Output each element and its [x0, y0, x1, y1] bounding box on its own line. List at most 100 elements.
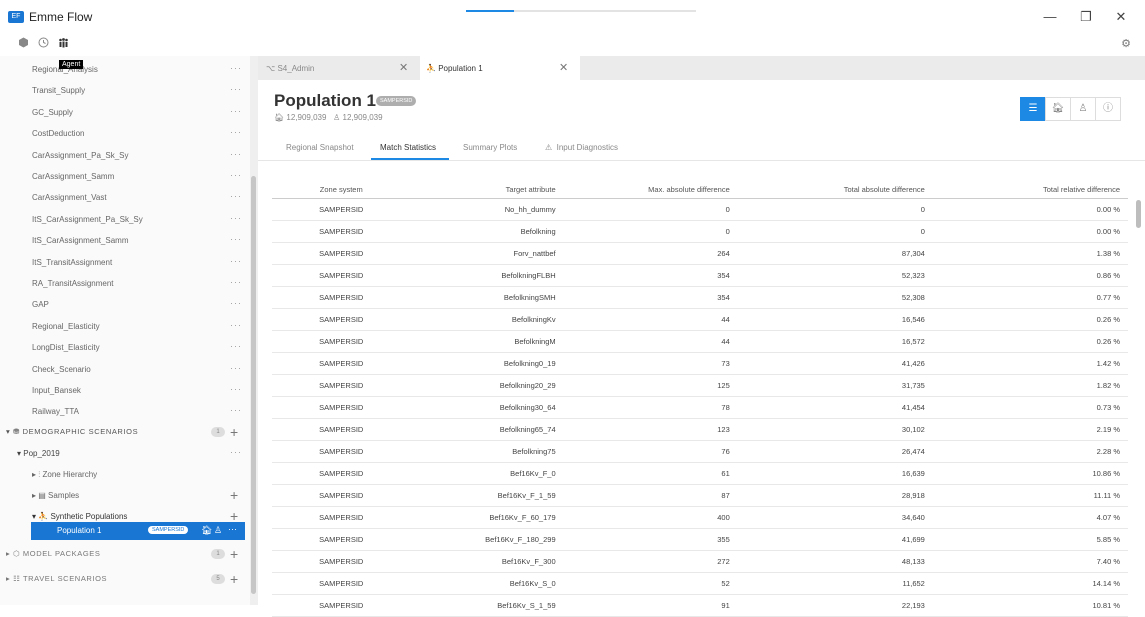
table-row[interactable]: SAMPERSID No_hh_dummy 0 0 0.00 %	[272, 198, 1128, 221]
person-count-icon: ♙	[333, 113, 341, 122]
sidebar-item[interactable]: Input_Bansek ···	[0, 380, 245, 401]
column-header-max-abs-diff[interactable]: Max. absolute difference	[563, 180, 738, 199]
sidebar-item-more-button[interactable]: ···	[230, 405, 242, 415]
table-row[interactable]: SAMPERSID BefolkningM 44 16,572 0.26 %	[272, 330, 1128, 353]
sidebar-item[interactable]: CostDeduction ···	[0, 123, 245, 144]
sidebar-item-more-button[interactable]: ···	[230, 213, 242, 223]
agent-icon[interactable]	[57, 37, 69, 49]
sidebar-item-more-button[interactable]: ···	[230, 170, 242, 180]
sidebar-item[interactable]: ItS_CarAssignment_Samm ···	[0, 230, 245, 251]
table-row[interactable]: SAMPERSID BefolkningSMH 354 52,308 0.77 %	[272, 286, 1128, 309]
sidebar-item-pop2019[interactable]: ▾ Pop_2019 ···	[0, 443, 245, 464]
add-travel-scenario-button[interactable]: +	[230, 572, 238, 586]
sidebar-section-model-packages[interactable]: ▸ ⬡ MODEL PACKAGES 1 +	[0, 543, 245, 564]
tab-population-1[interactable]: ⛹ Population 1 ✕	[420, 56, 580, 80]
maximize-button[interactable]: ❐	[1076, 8, 1096, 26]
table-row[interactable]: SAMPERSID Befolkning65_74 123 30,102 2.19 %	[272, 418, 1128, 441]
sidebar-item[interactable]: Regional_Elasticity ···	[0, 316, 245, 337]
table-row[interactable]: SAMPERSID Bef16Kv_S_1_59 91 22,193 10.81 %	[272, 594, 1128, 617]
tab-s4-admin-close-icon[interactable]: ✕	[399, 61, 408, 74]
table-row[interactable]: SAMPERSID Befolkning75 76 26,474 2.28 %	[272, 440, 1128, 463]
table-row[interactable]: SAMPERSID BefolkningKv 44 16,546 0.26 %	[272, 308, 1128, 331]
table-row[interactable]: SAMPERSID BefolkningFLBH 354 52,323 0.86 %	[272, 264, 1128, 287]
sidebar-item-more-button[interactable]: ···	[230, 127, 242, 137]
sidebar-item-more-button[interactable]: ···	[230, 341, 242, 351]
view-info-button[interactable]: ⓘ	[1095, 97, 1121, 121]
sidebar-item[interactable]: CarAssignment_Pa_Sk_Sy ···	[0, 145, 245, 166]
sidebar-item-more-button[interactable]: ···	[230, 234, 242, 244]
history-icon[interactable]	[37, 37, 49, 49]
sidebar-item[interactable]: Transit_Supply ···	[0, 80, 245, 101]
sidebar-item[interactable]: GAP ···	[0, 294, 245, 315]
table-row[interactable]: SAMPERSID Bef16Kv_S_0 52 11,652 14.14 %	[272, 572, 1128, 595]
population-1-more-button[interactable]: ···	[228, 524, 237, 534]
table-row[interactable]: SAMPERSID Befolkning30_64 78 41,454 0.73 %	[272, 396, 1128, 419]
table-row[interactable]: SAMPERSID Befolkning20_29 125 31,735 1.82 %	[272, 374, 1128, 397]
sidebar-item-more-button[interactable]: ···	[230, 106, 242, 116]
column-header-total-rel-diff[interactable]: Total relative difference	[932, 180, 1128, 199]
tab-s4-admin[interactable]: ⌥ S4_Admin ✕	[258, 56, 420, 80]
view-households-button[interactable]: 🏠︎	[1045, 97, 1071, 121]
sidebar-item-more-button[interactable]: ···	[230, 149, 242, 159]
add-sample-button[interactable]: +	[230, 488, 238, 502]
package-icon[interactable]	[17, 37, 29, 49]
table-row[interactable]: SAMPERSID Befolkning 0 0 0.00 %	[272, 220, 1128, 243]
sidebar-item[interactable]: ItS_CarAssignment_Pa_Sk_Sy ···	[0, 209, 245, 230]
total-abs-diff-cell: 52,308	[737, 286, 933, 309]
sidebar-item-samples[interactable]: ▸ ▤ Samples +	[0, 485, 245, 506]
table-row[interactable]: SAMPERSID Bef16Kv_F_1_59 87 28,918 11.11 %	[272, 484, 1128, 507]
sidebar-item-more-button[interactable]: ···	[230, 298, 242, 308]
settings-gear-icon[interactable]: ⚙	[1121, 37, 1131, 50]
tab-population-1-close-icon[interactable]: ✕	[559, 61, 568, 74]
column-header-target-attribute[interactable]: Target attribute	[410, 180, 564, 199]
sidebar-item-more-button[interactable]: ···	[230, 277, 242, 287]
sidebar-item[interactable]: GC_Supply ···	[0, 102, 245, 123]
table-row[interactable]: SAMPERSID Bef16Kv_F_0 61 16,639 10.86 %	[272, 462, 1128, 485]
pop2019-more-button[interactable]: ···	[230, 447, 242, 457]
view-list-button[interactable]: ☰	[1020, 97, 1046, 121]
sidebar-item-more-button[interactable]: ···	[230, 63, 242, 73]
sidebar-item-more-button[interactable]: ···	[230, 256, 242, 266]
sidebar-item[interactable]: CarAssignment_Vast ···	[0, 187, 245, 208]
sidebar-item[interactable]: Regional_Analysis ···	[0, 59, 245, 80]
add-model-package-button[interactable]: +	[230, 547, 238, 561]
sidebar-item[interactable]: CarAssignment_Samm ···	[0, 166, 245, 187]
sidebar-item[interactable]: ItS_TransitAssignment ···	[0, 252, 245, 273]
table-row[interactable]: SAMPERSID Bef16Kv_F_180_299 355 41,699 5.85 …	[272, 528, 1128, 551]
zone-system-cell: SAMPERSID	[272, 220, 411, 243]
sidebar-item[interactable]: LongDist_Elasticity ···	[0, 337, 245, 358]
add-synthetic-population-button[interactable]: +	[230, 509, 238, 523]
sidebar-item[interactable]: Railway_TTA ···	[0, 401, 245, 422]
table-row[interactable]: SAMPERSID Befolkning0_19 73 41,426 1.42 %	[272, 352, 1128, 375]
total-rel-diff-cell: 10.81 %	[932, 594, 1128, 617]
tab-regional-snapshot[interactable]: Regional Snapshot	[286, 143, 354, 152]
table-row[interactable]: SAMPERSID Forv_nattbef 264 87,304 1.38 %	[272, 242, 1128, 265]
tab-match-statistics[interactable]: Match Statistics	[380, 143, 436, 152]
tab-summary-plots[interactable]: Summary Plots	[463, 143, 517, 152]
column-header-zone-system[interactable]: Zone system	[272, 180, 411, 199]
table-row[interactable]: SAMPERSID Bef16Kv_F_60_179 400 34,640 4.07 %	[272, 506, 1128, 529]
sidebar-item-more-button[interactable]: ···	[230, 84, 242, 94]
sidebar-scrollbar-thumb[interactable]	[251, 176, 256, 594]
sidebar-item[interactable]: RA_TransitAssignment ···	[0, 273, 245, 294]
add-demographic-button[interactable]: +	[230, 425, 238, 439]
main-scrollbar-thumb[interactable]	[1136, 200, 1141, 228]
sidebar-item-population-1[interactable]: Population 1 SAMPERSID 🏠︎ ♙ ···	[31, 522, 245, 540]
sidebar-item-more-button[interactable]: ···	[230, 363, 242, 373]
view-persons-button[interactable]: ♙	[1070, 97, 1096, 121]
sidebar-section-travel-scenarios[interactable]: ▸ ☷ TRAVEL SCENARIOS 5 +	[0, 568, 245, 589]
table-row[interactable]: SAMPERSID Bef16Kv_F_300 272 48,133 7.40 %	[272, 550, 1128, 573]
sidebar-item-more-button[interactable]: ···	[230, 320, 242, 330]
sidebar-item[interactable]: Check_Scenario ···	[0, 359, 245, 380]
person-icon[interactable]: ♙	[214, 525, 222, 536]
close-window-button[interactable]: ✕	[1111, 8, 1131, 26]
minimize-button[interactable]: —	[1040, 8, 1060, 26]
column-header-total-abs-diff[interactable]: Total absolute difference	[737, 180, 933, 199]
tab-input-diagnostics[interactable]: ⚠ Input Diagnostics	[545, 143, 618, 152]
sidebar-item-zone-hierarchy[interactable]: ▸ ⫶ Zone Hierarchy	[0, 464, 245, 485]
sidebar-item-more-button[interactable]: ···	[230, 191, 242, 201]
household-icon[interactable]: 🏠︎	[201, 525, 212, 536]
sidebar-section-demographic[interactable]: ▾ ⛃ DEMOGRAPHIC SCENARIOS 1 +	[0, 421, 245, 442]
sidebar-item-more-button[interactable]: ···	[230, 384, 242, 394]
total-rel-diff-cell: 1.42 %	[932, 352, 1128, 375]
